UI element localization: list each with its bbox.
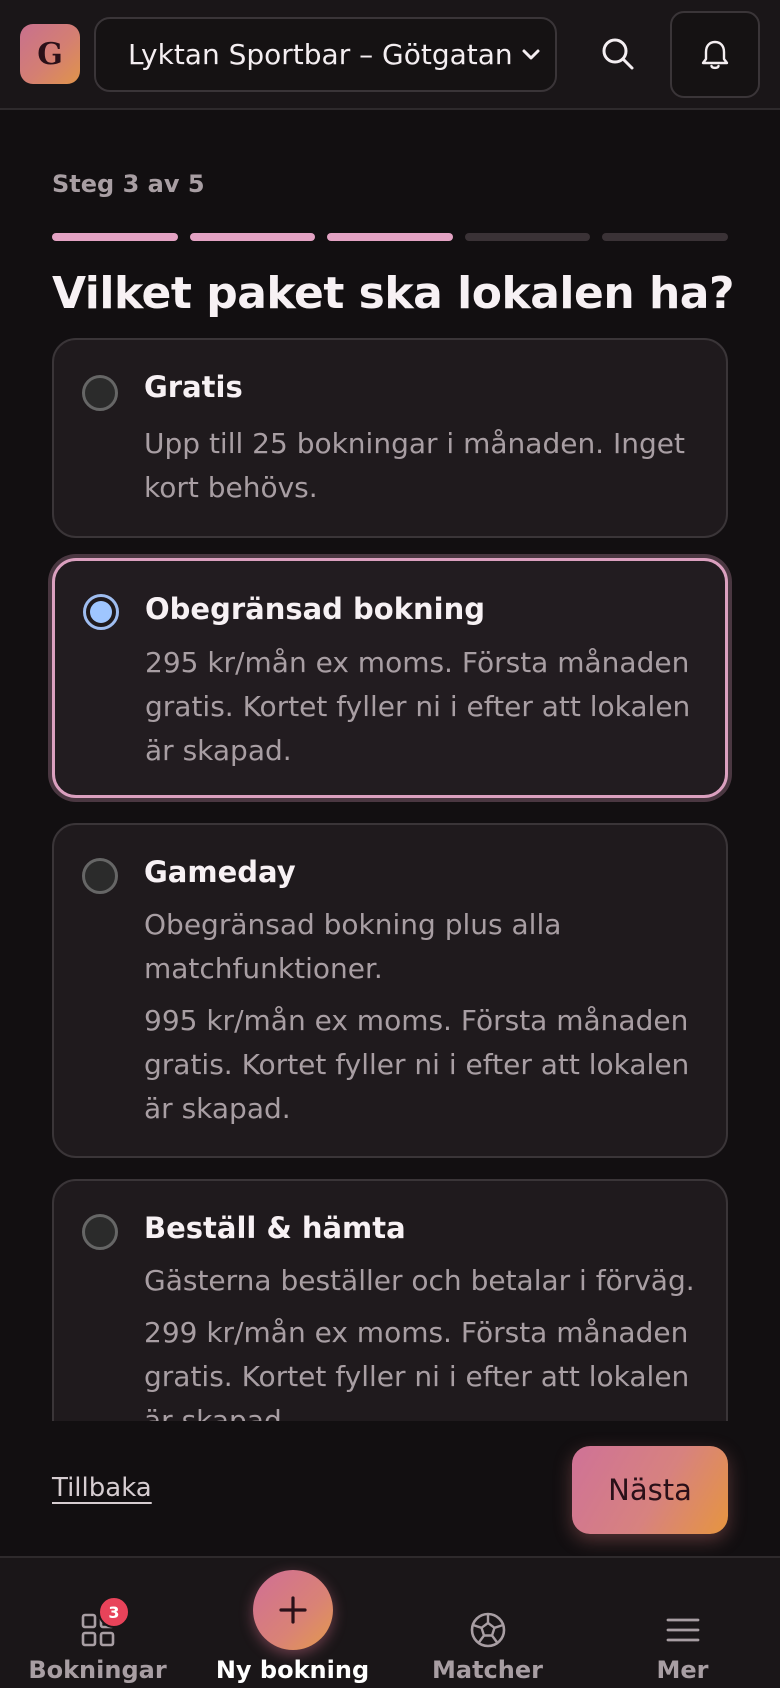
venue-select-value: Lyktan Sportbar – Götgatan — [128, 38, 513, 71]
radio-button-selected[interactable] — [83, 594, 119, 630]
search-icon — [602, 38, 634, 70]
nav-item-more[interactable]: Mer — [585, 1558, 780, 1688]
nav-label: Matcher — [432, 1656, 543, 1684]
nav-item-matches[interactable]: Matcher — [390, 1558, 585, 1688]
nav-item-bookings[interactable]: 3 Bokningar — [0, 1558, 195, 1688]
radio-button[interactable] — [82, 1214, 118, 1250]
app-logo[interactable]: G — [20, 24, 80, 84]
new-booking-fab[interactable] — [252, 1570, 333, 1650]
search-button[interactable] — [592, 28, 644, 80]
plus-icon — [278, 1596, 307, 1624]
notifications-button[interactable] — [670, 11, 760, 98]
radio-button[interactable] — [82, 375, 118, 411]
back-link[interactable]: Tillbaka — [52, 1473, 152, 1503]
radio-button[interactable] — [82, 858, 118, 894]
option-price: 995 kr/mån ex moms. Första månaden grati… — [144, 1004, 690, 1125]
nav-label: Mer — [656, 1656, 709, 1684]
option-description: 295 kr/mån ex moms. Första månaden grati… — [145, 646, 691, 767]
package-options-list[interactable]: Gratis Upp till 25 bokningar i månaden. … — [0, 338, 780, 1421]
package-option-gratis[interactable]: Gratis Upp till 25 bokningar i månaden. … — [52, 338, 728, 538]
menu-icon — [666, 1618, 699, 1642]
progress-segment-done — [52, 233, 178, 241]
nav-label: Bokningar — [28, 1656, 167, 1684]
bell-icon — [701, 40, 729, 69]
package-option-order-pickup[interactable]: Beställ & hämta Gästerna beställer och b… — [52, 1179, 728, 1421]
football-icon — [470, 1612, 505, 1648]
nav-item-new-booking[interactable]: Ny bokning — [195, 1558, 390, 1688]
nav-label: Ny bokning — [215, 1656, 370, 1684]
package-option-unlimited[interactable]: Obegränsad bokning 295 kr/mån ex moms. F… — [52, 558, 728, 798]
option-description: Upp till 25 bokningar i månaden. Inget k… — [144, 427, 685, 504]
next-button-label: Nästa — [608, 1473, 692, 1507]
step-progress — [52, 233, 728, 241]
progress-segment-done — [189, 233, 316, 241]
package-option-gameday[interactable]: Gameday Obegränsad bokning plus alla mat… — [52, 823, 728, 1158]
option-price: 299 kr/mån ex moms. Första månaden grati… — [144, 1316, 690, 1421]
option-description: Gästerna beställer och betalar i förväg. — [144, 1264, 695, 1297]
progress-segment — [464, 233, 591, 241]
progress-segment — [602, 233, 728, 241]
option-description: Obegränsad bokning plus alla matchfunkti… — [144, 908, 562, 985]
venue-select[interactable]: Lyktan Sportbar – Götgatan — [94, 17, 557, 92]
progress-segment-done — [327, 233, 453, 241]
option-title: Gratis — [144, 370, 243, 404]
bookings-badge: 3 — [98, 1596, 130, 1628]
step-label: Steg 3 av 5 — [52, 170, 205, 198]
next-button[interactable]: Nästa — [572, 1446, 728, 1534]
bottom-navigation: 3 Bokningar Ny bokning Matcher Mer — [0, 1556, 780, 1688]
logo-letter: G — [37, 36, 63, 72]
chevron-down-icon — [522, 49, 540, 60]
top-bar: G Lyktan Sportbar – Götgatan — [0, 0, 780, 110]
option-title: Obegränsad bokning — [145, 592, 485, 626]
page-title: Vilket paket ska lokalen ha? — [52, 268, 735, 319]
option-title: Gameday — [144, 855, 296, 889]
option-title: Beställ & hämta — [144, 1211, 406, 1245]
